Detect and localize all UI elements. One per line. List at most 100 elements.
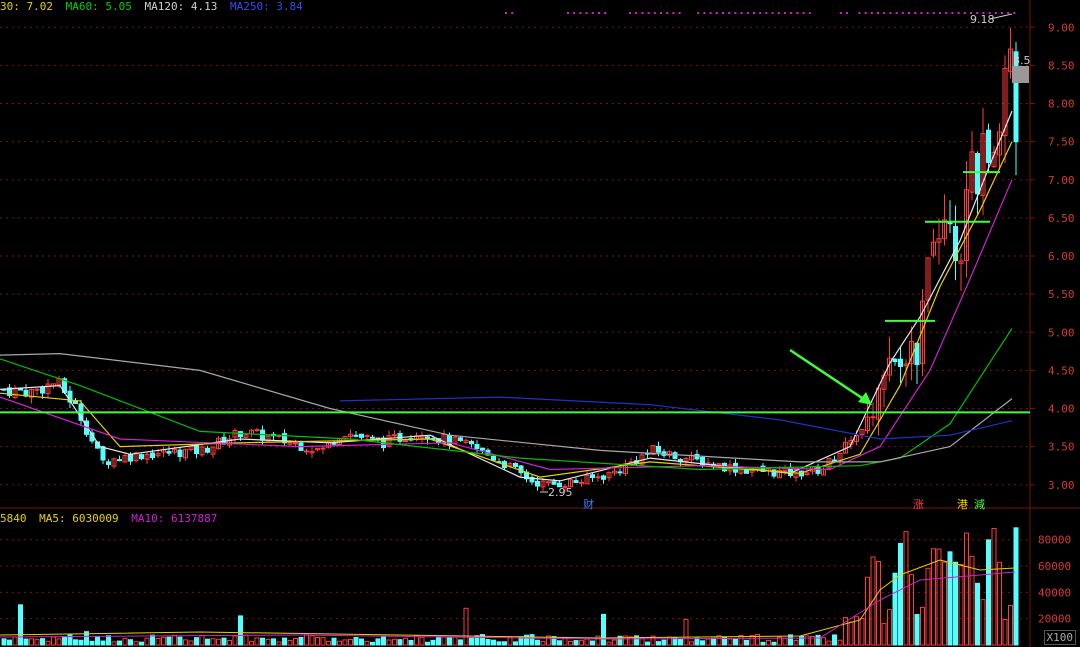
volume-bar: [804, 635, 810, 646]
signal-dot: [883, 12, 886, 14]
volume-bar: [1, 638, 7, 646]
volume-bar: [463, 607, 469, 646]
volume-bar: [397, 639, 403, 646]
candle-body: [590, 474, 595, 479]
volume-bar: [40, 638, 45, 646]
volume-bar: [551, 636, 557, 646]
candle-body: [788, 467, 793, 477]
candle-body: [370, 436, 375, 439]
volume-bar: [51, 636, 56, 646]
volume-bar: [370, 641, 375, 646]
vol-ma10-label: MA10: 6137887: [131, 512, 218, 525]
volume-bar: [733, 638, 738, 646]
volume-bar: [975, 582, 980, 646]
candle-body: [832, 459, 837, 462]
volume-bar: [942, 561, 947, 646]
volume-unit-label: X100: [1043, 630, 1076, 645]
volume-bar: [986, 539, 991, 646]
signal-dot: [585, 12, 588, 14]
volume-bar: [914, 614, 920, 646]
volume-legend: 5840 MA5: 6030009 MA10: 6137887: [0, 512, 223, 525]
candle-body: [656, 445, 661, 453]
signal-dot: [932, 12, 935, 14]
annotations: 9.18 2.95 8.5 财 涨 港減: [505, 12, 1031, 511]
volume-bar: [700, 640, 705, 646]
price-tick-label: 7.00: [1048, 174, 1075, 187]
volume-bar: [232, 635, 238, 646]
candle-body: [304, 450, 309, 453]
volume-bar: [161, 636, 166, 646]
volume-bar: [606, 641, 612, 646]
signal-dot: [759, 12, 762, 14]
volume-bar: [7, 639, 12, 646]
signal-dot: [970, 12, 972, 14]
signal-dot: [808, 12, 811, 14]
price-grid: [0, 26, 1030, 486]
volume-bar: [639, 638, 645, 646]
volume-bar: [683, 618, 689, 646]
volume-bar: [95, 636, 100, 646]
signal-dot: [877, 12, 879, 14]
volume-bar: [496, 641, 502, 646]
price-tick-label: 4.50: [1048, 364, 1075, 377]
volume-bar: [430, 639, 436, 646]
volume-bar: [749, 635, 755, 646]
volume-bar: [304, 634, 309, 646]
price-tick-label: 5.00: [1048, 326, 1075, 339]
volume-tick-label: 20000: [1038, 613, 1071, 626]
volume-bar: [656, 641, 661, 646]
volume-bars: [0, 527, 1019, 646]
volume-bar: [62, 636, 67, 646]
candle-body: [106, 461, 111, 465]
signal-dot: [660, 12, 662, 14]
volume-bar: [386, 639, 392, 646]
candle-body: [947, 222, 953, 225]
volume-bar: [381, 635, 386, 646]
volume-bar: [848, 621, 854, 646]
volume-bar: [645, 641, 650, 646]
volume-bar: [419, 636, 425, 646]
price-tag-label: 8.5: [1013, 54, 1031, 67]
vol-label: 5840: [0, 512, 27, 525]
signal-dot: [728, 12, 731, 14]
price-tag-box: [1012, 66, 1029, 83]
ma60-label: MA60: 5.05: [65, 0, 132, 13]
volume-bar: [793, 639, 799, 646]
volume-bar: [403, 637, 408, 646]
volume-bar: [128, 639, 133, 646]
price-tick-label: 6.50: [1048, 212, 1075, 225]
price-axis-ticks: 3.00 3.50 4.00 4.50 5.00 5.50 6.00 6.50 7.00 7.50…: [1030, 21, 1075, 492]
signal-dot: [1001, 12, 1003, 14]
signal-dot: [994, 12, 997, 14]
candle-body: [205, 447, 210, 453]
signal-dot: [709, 12, 712, 14]
candle-body: [403, 440, 408, 443]
volume-bar: [452, 636, 458, 646]
signal-dot: [666, 12, 669, 14]
volume-bar: [73, 639, 78, 646]
volume-ma5-line: [0, 559, 1016, 639]
candle-body: [870, 416, 876, 419]
signal-dot: [784, 12, 786, 14]
volume-bar: [78, 639, 84, 646]
event-label: 财: [583, 497, 594, 511]
candle-body: [194, 444, 199, 455]
signal-dot: [746, 12, 749, 14]
volume-bar: [117, 640, 122, 646]
signal-dot: [771, 12, 774, 14]
volume-bar: [122, 638, 128, 646]
volume-bar: [535, 639, 540, 646]
signal-dot: [591, 12, 594, 14]
signal-dot: [939, 12, 941, 14]
signal-dot: [982, 12, 985, 14]
volume-bar: [441, 636, 447, 646]
volume-bar: [447, 637, 452, 646]
volume-bar: [254, 637, 260, 646]
low-price-label: 2.95: [548, 486, 573, 499]
volume-bar: [568, 640, 573, 646]
volume-bar: [227, 640, 232, 646]
volume-bar: [353, 637, 359, 646]
volume-bar: [766, 640, 771, 646]
signal-dot: [796, 12, 799, 14]
volume-bar: [106, 635, 111, 646]
